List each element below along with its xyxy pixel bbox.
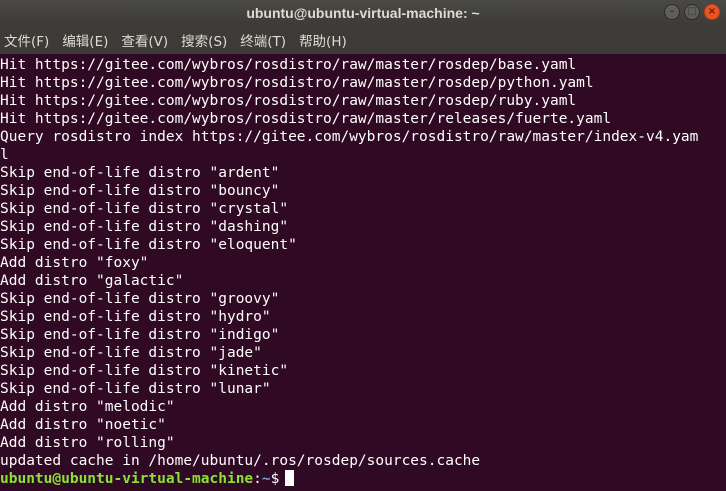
output-line: Query rosdistro index https://gitee.com/…: [0, 129, 699, 145]
output-line: Hit https://gitee.com/wybros/rosdistro/r…: [0, 111, 612, 127]
prompt-separator: :: [253, 471, 262, 487]
output-line: updated cache in /home/ubuntu/.ros/rosde…: [0, 453, 481, 469]
output-line: Add distro "noetic": [0, 417, 166, 433]
output-line: Skip end-of-life distro "jade": [0, 345, 262, 361]
output-line: Add distro "foxy": [0, 255, 149, 271]
output-line: Hit https://gitee.com/wybros/rosdistro/r…: [0, 93, 577, 109]
output-line: Skip end-of-life distro "groovy": [0, 291, 280, 307]
prompt-symbol: $: [270, 471, 280, 487]
output-line: Skip end-of-life distro "hydro": [0, 309, 271, 325]
menu-help[interactable]: 帮助(H): [299, 30, 352, 50]
output-line: Skip end-of-life distro "indigo": [0, 327, 280, 343]
close-icon[interactable]: ×: [704, 4, 720, 20]
output-line: Add distro "galactic": [0, 273, 184, 289]
output-line: Hit https://gitee.com/wybros/rosdistro/r…: [0, 57, 577, 73]
output-line: Skip end-of-life distro "bouncy": [0, 183, 280, 199]
menu-terminal[interactable]: 终端(T): [240, 30, 291, 50]
window-controls: – □ ×: [664, 4, 720, 20]
prompt-line[interactable]: ubuntu@ubuntu-virtual-machine:~$: [0, 470, 726, 488]
terminal-output[interactable]: Hit https://gitee.com/wybros/rosdistro/r…: [0, 56, 726, 491]
menu-bar: 文件(F) 编辑(E) 查看(V) 搜索(S) 终端(T) 帮助(H): [0, 26, 726, 54]
title-bar[interactable]: ubuntu@ubuntu-virtual-machine: ~ – □ ×: [0, 0, 726, 26]
menu-search[interactable]: 搜索(S): [181, 30, 232, 50]
window-title: ubuntu@ubuntu-virtual-machine: ~: [246, 5, 480, 21]
output-line: Skip end-of-life distro "dashing": [0, 219, 289, 235]
output-line: Add distro "melodic": [0, 399, 175, 415]
prompt-path: ~: [261, 471, 271, 487]
output-line: Skip end-of-life distro "lunar": [0, 381, 271, 397]
output-line: Skip end-of-life distro "ardent": [0, 165, 280, 181]
output-line: Skip end-of-life distro "kinetic": [0, 363, 289, 379]
minimize-icon[interactable]: –: [664, 4, 680, 20]
output-line: Skip end-of-life distro "crystal": [0, 201, 289, 217]
output-line: l: [0, 147, 9, 163]
terminal-window: ubuntu@ubuntu-virtual-machine: ~ – □ × 文…: [0, 0, 726, 491]
text-cursor: [285, 470, 295, 486]
menu-edit[interactable]: 编辑(E): [62, 30, 113, 50]
output-line: Add distro "rolling": [0, 435, 175, 451]
prompt-user-host: ubuntu@ubuntu-virtual-machine: [0, 471, 254, 487]
menu-file[interactable]: 文件(F): [4, 30, 54, 50]
menu-view[interactable]: 查看(V): [121, 30, 173, 50]
output-line: Skip end-of-life distro "eloquent": [0, 237, 297, 253]
maximize-icon[interactable]: □: [684, 4, 700, 20]
output-line: Hit https://gitee.com/wybros/rosdistro/r…: [0, 75, 594, 91]
